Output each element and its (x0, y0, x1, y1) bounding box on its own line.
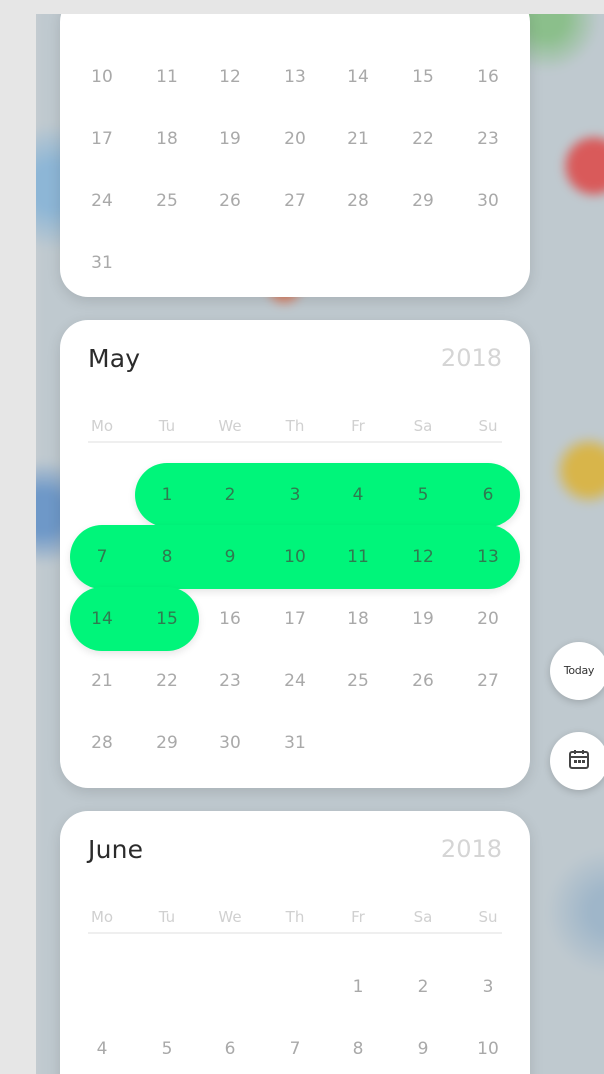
day-cell[interactable]: 7 (273, 1034, 317, 1064)
weekday-label: Mo (90, 417, 114, 435)
day-cell[interactable]: 4 (80, 1034, 124, 1064)
weekday-label: Th (285, 417, 305, 435)
weekday-label: We (218, 417, 242, 435)
day-cell[interactable]: 7 (80, 542, 124, 572)
day-cell[interactable]: 24 (273, 666, 317, 696)
month-header: May 2018 (88, 344, 502, 378)
day-cell[interactable]: 27 (273, 186, 317, 216)
day-cell[interactable]: 3 (273, 480, 317, 510)
day-cell[interactable]: 30 (466, 186, 510, 216)
day-cell[interactable]: 28 (336, 186, 380, 216)
weekday-label: Fr (351, 908, 365, 926)
day-cell[interactable]: 21 (336, 124, 380, 154)
day-cell[interactable]: 15 (145, 604, 189, 634)
day-cell[interactable]: 25 (145, 186, 189, 216)
day-cell[interactable]: 20 (273, 124, 317, 154)
day-cell[interactable]: 19 (208, 124, 252, 154)
weekday-label: Sa (413, 417, 433, 435)
weekday-label: We (218, 908, 242, 926)
day-cell[interactable]: 20 (466, 604, 510, 634)
weekday-label: Th (285, 908, 305, 926)
month-card-may: May 2018 Mo Tu We Th Fr Sa Su 1 2 3 4 5 6 7 8 9 10 11 12 1… (60, 320, 530, 788)
day-cell[interactable]: 18 (145, 124, 189, 154)
day-cell[interactable]: 14 (80, 604, 124, 634)
day-cell[interactable]: 18 (336, 604, 380, 634)
weekday-label: Sa (413, 908, 433, 926)
day-cell[interactable]: 9 (401, 1034, 445, 1064)
day-cell[interactable]: 8 (336, 1034, 380, 1064)
day-cell[interactable]: 1 (145, 480, 189, 510)
month-header: June 2018 (88, 835, 502, 869)
day-cell[interactable]: 1 (336, 972, 380, 1002)
day-cell[interactable]: 2 (208, 480, 252, 510)
weekday-label: Fr (351, 417, 365, 435)
weekday-label: Su (478, 908, 498, 926)
day-cell[interactable]: 27 (466, 666, 510, 696)
day-cell[interactable]: 6 (208, 1034, 252, 1064)
day-cell[interactable]: 30 (208, 728, 252, 758)
month-year: 2018 (440, 835, 502, 863)
app-frame: 10 11 12 13 14 15 16 17 18 19 20 21 22 23 24 25 26 27 28 29… (36, 14, 604, 1074)
day-cell[interactable]: 8 (145, 542, 189, 572)
day-cell[interactable]: 10 (466, 1034, 510, 1064)
day-cell[interactable]: 17 (80, 124, 124, 154)
day-cell[interactable]: 19 (401, 604, 445, 634)
calendar-button[interactable] (550, 732, 604, 790)
day-cell[interactable]: 16 (466, 62, 510, 92)
weekday-label: Tu (158, 908, 176, 926)
day-cell[interactable]: 13 (273, 62, 317, 92)
day-cell[interactable]: 23 (466, 124, 510, 154)
day-cell[interactable]: 29 (401, 186, 445, 216)
month-card-april: 10 11 12 13 14 15 16 17 18 19 20 21 22 23 24 25 26 27 28 29… (60, 14, 530, 297)
month-card-june: June 2018 Mo Tu We Th Fr Sa Su 1 2 3 4 5 6 7 8 9 10 (60, 811, 530, 1074)
weekday-label: Tu (158, 417, 176, 435)
weekday-header: Mo Tu We Th Fr Sa Su (88, 415, 502, 443)
day-cell[interactable]: 11 (336, 542, 380, 572)
day-cell[interactable]: 14 (336, 62, 380, 92)
day-cell[interactable]: 5 (401, 480, 445, 510)
day-cell[interactable]: 31 (80, 248, 124, 278)
selection-range-band (135, 463, 520, 527)
day-cell[interactable]: 22 (401, 124, 445, 154)
day-cell[interactable]: 16 (208, 604, 252, 634)
day-cell[interactable]: 23 (208, 666, 252, 696)
day-cell[interactable]: 3 (466, 972, 510, 1002)
day-cell[interactable]: 11 (145, 62, 189, 92)
day-cell[interactable]: 24 (80, 186, 124, 216)
today-button[interactable]: Today (550, 642, 604, 700)
day-cell[interactable]: 5 (145, 1034, 189, 1064)
day-cell[interactable]: 21 (80, 666, 124, 696)
day-cell[interactable]: 29 (145, 728, 189, 758)
day-cell[interactable]: 17 (273, 604, 317, 634)
day-cell[interactable]: 25 (336, 666, 380, 696)
day-cell[interactable]: 4 (336, 480, 380, 510)
day-cell[interactable]: 31 (273, 728, 317, 758)
day-cell[interactable]: 2 (401, 972, 445, 1002)
weekday-header: Mo Tu We Th Fr Sa Su (88, 906, 502, 934)
month-year: 2018 (440, 344, 502, 372)
day-cell[interactable]: 26 (208, 186, 252, 216)
today-label: Today (563, 664, 595, 677)
day-cell[interactable]: 12 (208, 62, 252, 92)
day-cell[interactable]: 13 (466, 542, 510, 572)
day-cell[interactable]: 15 (401, 62, 445, 92)
day-cell[interactable]: 12 (401, 542, 445, 572)
day-cell[interactable]: 10 (273, 542, 317, 572)
weekday-label: Su (478, 417, 498, 435)
calendar-icon (569, 750, 589, 769)
day-cell[interactable]: 9 (208, 542, 252, 572)
weekday-label: Mo (90, 908, 114, 926)
day-cell[interactable]: 22 (145, 666, 189, 696)
day-cell[interactable]: 6 (466, 480, 510, 510)
month-name: June (88, 835, 144, 864)
day-cell[interactable]: 28 (80, 728, 124, 758)
day-cell[interactable]: 10 (80, 62, 124, 92)
day-cell[interactable]: 26 (401, 666, 445, 696)
month-name: May (88, 344, 141, 373)
